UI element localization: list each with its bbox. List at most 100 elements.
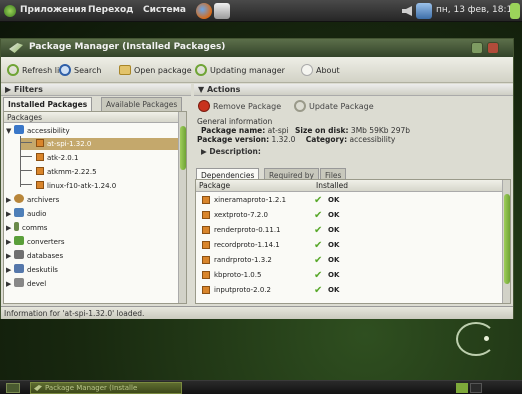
dependencies-scrollbar[interactable] (502, 180, 510, 303)
table-row[interactable]: xineramaproto-1.2.1 ✔ OK (196, 193, 502, 207)
open-package-label: Open package (134, 65, 192, 75)
open-package-button[interactable]: Open package (119, 62, 192, 78)
search-label: Search (74, 65, 102, 75)
dependency-name: xextproto-7.2.0 (214, 211, 268, 219)
remove-package-button[interactable]: Remove Package (198, 98, 281, 114)
table-row[interactable]: inputproto-2.0.2 ✔ OK (196, 283, 502, 297)
tree-category-label: audio (27, 210, 47, 218)
taskbar-window-button[interactable]: Package Manager (Installe (30, 382, 182, 394)
table-row[interactable]: recordproto-1.14.1 ✔ OK (196, 238, 502, 252)
update-package-button[interactable]: Update Package (294, 98, 374, 114)
package-icon (36, 139, 44, 147)
databases-icon (14, 250, 24, 259)
titlebar[interactable]: Package Manager (Installed Packages) (1, 39, 513, 57)
installed-status: OK (328, 226, 340, 234)
bottom-panel: Package Manager (Installe (0, 380, 522, 394)
updating-manager-button[interactable]: Updating manager (195, 62, 285, 78)
app-icon (34, 385, 42, 391)
collapsed-icon[interactable]: ▶ (6, 208, 14, 220)
expanded-icon[interactable]: ▼ (6, 125, 14, 137)
package-column-header[interactable]: Package (199, 180, 230, 192)
package-icon (202, 226, 210, 234)
firefox-launcher-icon[interactable] (196, 3, 212, 19)
tree-category-label: accessibility (27, 127, 70, 135)
expander-icon: ▼ (198, 85, 207, 94)
package-launcher-icon[interactable] (214, 3, 230, 19)
package-icon (202, 286, 210, 294)
filters-header-label: Filters (13, 85, 43, 94)
status-text: Information for 'at-spi-1.32.0' loaded. (4, 309, 145, 318)
package-tree[interactable]: Packages ▼ accessibility at-spi-1.32.0 at… (3, 111, 187, 304)
table-row[interactable]: xextproto-7.2.0 ✔ OK (196, 208, 502, 222)
about-button[interactable]: About (301, 62, 340, 78)
dependencies-header: Package Installed (196, 180, 502, 192)
installed-column-header[interactable]: Installed (316, 180, 348, 192)
workspace-switcher[interactable] (456, 383, 468, 393)
tab-installed-packages[interactable]: Installed Packages (3, 97, 93, 111)
toolbar: Refresh list Search Open package Updatin… (1, 57, 513, 83)
tree-line (20, 184, 32, 185)
package-icon (202, 196, 210, 204)
filters-header[interactable]: ▶ Filters (1, 84, 191, 96)
tree-line (20, 142, 32, 143)
volume-icon[interactable] (402, 6, 412, 16)
tree-vertical-line (20, 136, 21, 187)
tree-category[interactable]: ▶ audio (6, 208, 46, 220)
tree-category-label: comms (22, 224, 48, 232)
show-desktop-icon[interactable] (6, 383, 20, 393)
tree-package[interactable]: atkmm-2.22.5 (20, 166, 97, 178)
installed-status: OK (328, 286, 340, 294)
table-row[interactable]: kbproto-1.0.5 ✔ OK (196, 268, 502, 282)
user-icon[interactable] (510, 3, 520, 19)
desktop-logo (456, 322, 496, 356)
version-label: Package version: (197, 135, 270, 144)
close-button[interactable] (487, 42, 499, 54)
actions-header[interactable]: ▼ Actions (194, 84, 513, 96)
dependencies-table[interactable]: Package Installed xineramaproto-1.2.1 ✔ … (195, 179, 511, 304)
dependencies-scroll-thumb[interactable] (504, 194, 510, 284)
tree-package[interactable]: linux-f10-atk-1.24.0 (20, 180, 116, 192)
gnome-foot-icon[interactable] (4, 5, 16, 17)
menu-places[interactable]: Переход (88, 5, 133, 15)
tree-category[interactable]: ▶ archivers (6, 194, 59, 206)
collapsed-icon[interactable]: ▶ (6, 194, 14, 206)
tree-package[interactable]: atk-2.0.1 (20, 152, 78, 164)
category-value: accessibility (349, 135, 396, 144)
tree-package-selected[interactable]: at-spi-1.32.0 (20, 138, 178, 150)
collapsed-icon[interactable]: ▶ (6, 222, 14, 234)
tree-category[interactable]: ▶ databases (6, 250, 63, 262)
network-icon[interactable] (416, 3, 432, 19)
accessibility-icon (14, 125, 24, 134)
collapsed-icon[interactable]: ▶ (6, 236, 14, 248)
package-manager-window: Package Manager (Installed Packages) Ref… (0, 38, 514, 319)
tree-category[interactable]: ▶ comms (6, 222, 47, 234)
window-title: Package Manager (Installed Packages) (29, 42, 226, 52)
minimize-button[interactable] (471, 42, 483, 54)
table-row[interactable]: randrproto-1.3.2 ✔ OK (196, 253, 502, 267)
packages-column-header[interactable]: Packages (4, 112, 178, 123)
tree-category-label: archivers (27, 196, 60, 204)
refresh-list-button[interactable]: Refresh list (7, 62, 67, 78)
description-expander[interactable]: ▶ Description: (201, 147, 261, 156)
menu-system[interactable]: Система (143, 5, 186, 15)
tab-available-packages[interactable]: Available Packages (101, 97, 183, 111)
tree-category[interactable]: ▶ converters (6, 236, 64, 248)
search-button[interactable]: Search (59, 62, 101, 78)
tree-scrollbar[interactable] (178, 112, 186, 303)
menu-applications[interactable]: Приложения (20, 5, 86, 15)
converters-icon (14, 236, 24, 245)
tree-category[interactable]: ▶ deskutils (6, 264, 58, 276)
table-row[interactable]: renderproto-0.11.1 ✔ OK (196, 223, 502, 237)
tree-scroll-thumb[interactable] (180, 126, 186, 170)
workspace-switcher-2[interactable] (470, 383, 482, 393)
tree-category[interactable]: ▼ accessibility (6, 125, 70, 137)
search-icon (59, 64, 71, 76)
clock[interactable]: пн, 13 фев, 18:15 (436, 5, 518, 15)
collapsed-icon[interactable]: ▶ (6, 264, 14, 276)
devel-icon (14, 278, 24, 287)
tree-category-label: converters (27, 238, 65, 246)
tree-category[interactable]: ▶ devel (6, 278, 46, 290)
deskutils-icon (14, 264, 24, 273)
collapsed-icon[interactable]: ▶ (6, 250, 14, 262)
collapsed-icon[interactable]: ▶ (6, 278, 14, 290)
